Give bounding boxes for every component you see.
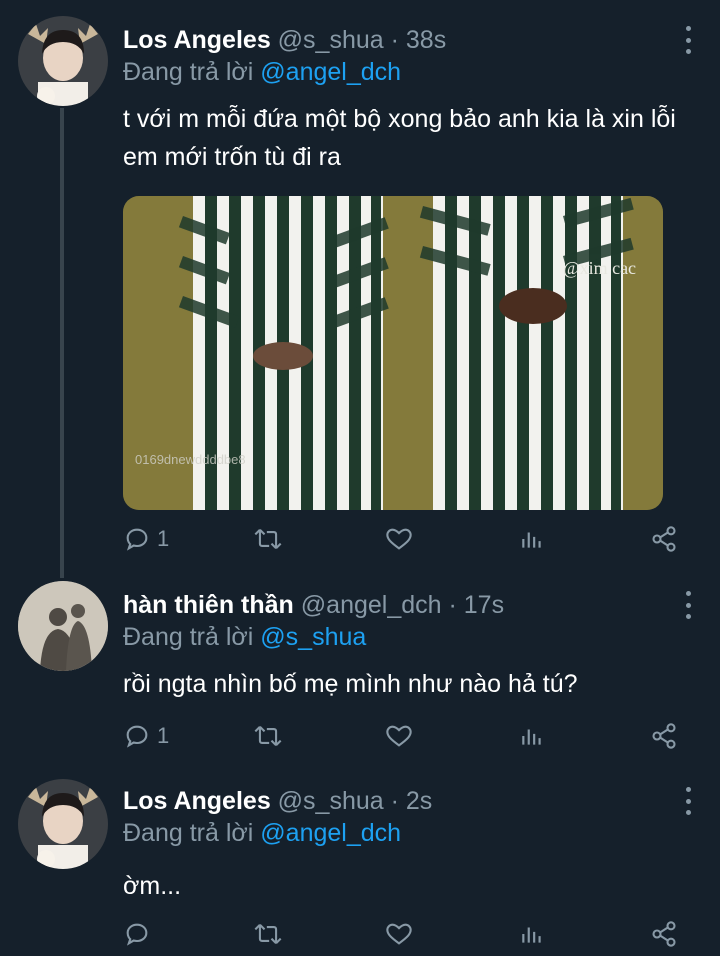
display-name[interactable]: Los Angeles [123,26,271,54]
share-icon [652,723,676,749]
avatar[interactable] [18,779,108,869]
replying-to-label: Đang trả lời [123,58,254,86]
tweet-header: Los Angeles @s_shua · 38s [123,26,446,55]
separator-dot: · [448,591,457,619]
separator-dot: · [390,787,399,815]
analytics-icon [522,927,541,943]
retweet-icon [254,529,282,549]
replying-to: Đang trả lời @s_shua [123,623,366,652]
display-name[interactable]: hàn thiên thần [123,591,294,619]
more-icon[interactable] [682,787,694,815]
tweet-actions [123,919,688,949]
retweet-icon [254,726,282,746]
tweet-actions: 1 [123,721,688,751]
like-icon [386,725,412,747]
like-icon [386,923,412,945]
like-button[interactable] [385,919,413,949]
thread-line [60,108,64,578]
like-button[interactable] [385,721,413,751]
retweet-button[interactable] [253,721,283,751]
share-icon [652,921,676,947]
reply-count: 1 [157,723,170,748]
timestamp[interactable]: 17s [464,591,504,619]
tweet-1[interactable]: Los Angeles @s_shua · 38s Đang trả lời @… [0,0,720,578]
retweet-icon [254,924,282,944]
share-icon [652,526,676,552]
tweet-header: hàn thiên thần @angel_dch · 17s [123,591,504,620]
like-icon [386,528,412,550]
tweet-text: t với m mỗi đứa một bộ xong bảo anh kia … [123,105,676,171]
share-button[interactable] [650,919,678,949]
user-handle[interactable]: @angel_dch [301,591,442,619]
analytics-button[interactable] [519,524,545,554]
retweet-button[interactable] [253,524,283,554]
timestamp[interactable]: 2s [406,787,432,815]
more-icon[interactable] [682,591,694,619]
avatar[interactable] [18,16,108,106]
replying-to-mention[interactable]: @s_shua [260,623,366,651]
replying-to-mention[interactable]: @angel_dch [260,819,401,847]
reply-button[interactable]: 1 [123,524,169,554]
timestamp[interactable]: 38s [406,26,446,54]
replying-to-mention[interactable]: @angel_dch [260,58,401,86]
more-icon[interactable] [682,26,694,54]
user-handle[interactable]: @s_shua [278,26,384,54]
media-watermark-2: 0169dnewddddbe8 [135,452,246,467]
tweet-3[interactable]: Los Angeles @s_shua · 2s Đang trả lời @a… [0,765,720,956]
tweet-text: rồi ngta nhìn bố mẹ mình như nào hả tú? [123,670,578,698]
retweet-button[interactable] [253,919,283,949]
reply-count: 1 [157,526,170,551]
analytics-icon [522,729,541,745]
separator-dot: · [390,26,399,54]
analytics-icon [522,532,541,548]
avatar[interactable] [18,581,108,671]
replying-to: Đang trả lời @angel_dch [123,58,401,87]
reply-icon [126,725,148,748]
tweet-text: ờm... [123,872,182,900]
tweet-2[interactable]: hàn thiên thần @angel_dch · 17s Đang trả… [0,575,720,765]
replying-to-label: Đang trả lời [123,623,254,651]
tweet-actions: 1 [123,524,688,554]
reply-button[interactable]: 1 [123,721,169,751]
display-name[interactable]: Los Angeles [123,787,271,815]
analytics-button[interactable] [519,919,545,949]
replying-to-label: Đang trả lời [123,819,254,847]
tweet-header: Los Angeles @s_shua · 2s [123,787,432,816]
share-button[interactable] [650,524,678,554]
like-button[interactable] [385,524,413,554]
share-button[interactable] [650,721,678,751]
reply-button[interactable] [123,919,157,949]
reply-icon [126,528,148,551]
replying-to: Đang trả lời @angel_dch [123,819,401,848]
media-watermark: @xim cac [563,258,636,278]
reply-icon [126,923,148,946]
analytics-button[interactable] [519,721,545,751]
tweet-media[interactable]: @xim cac 0169dnewddddbe8 [123,196,663,510]
user-handle[interactable]: @s_shua [278,787,384,815]
